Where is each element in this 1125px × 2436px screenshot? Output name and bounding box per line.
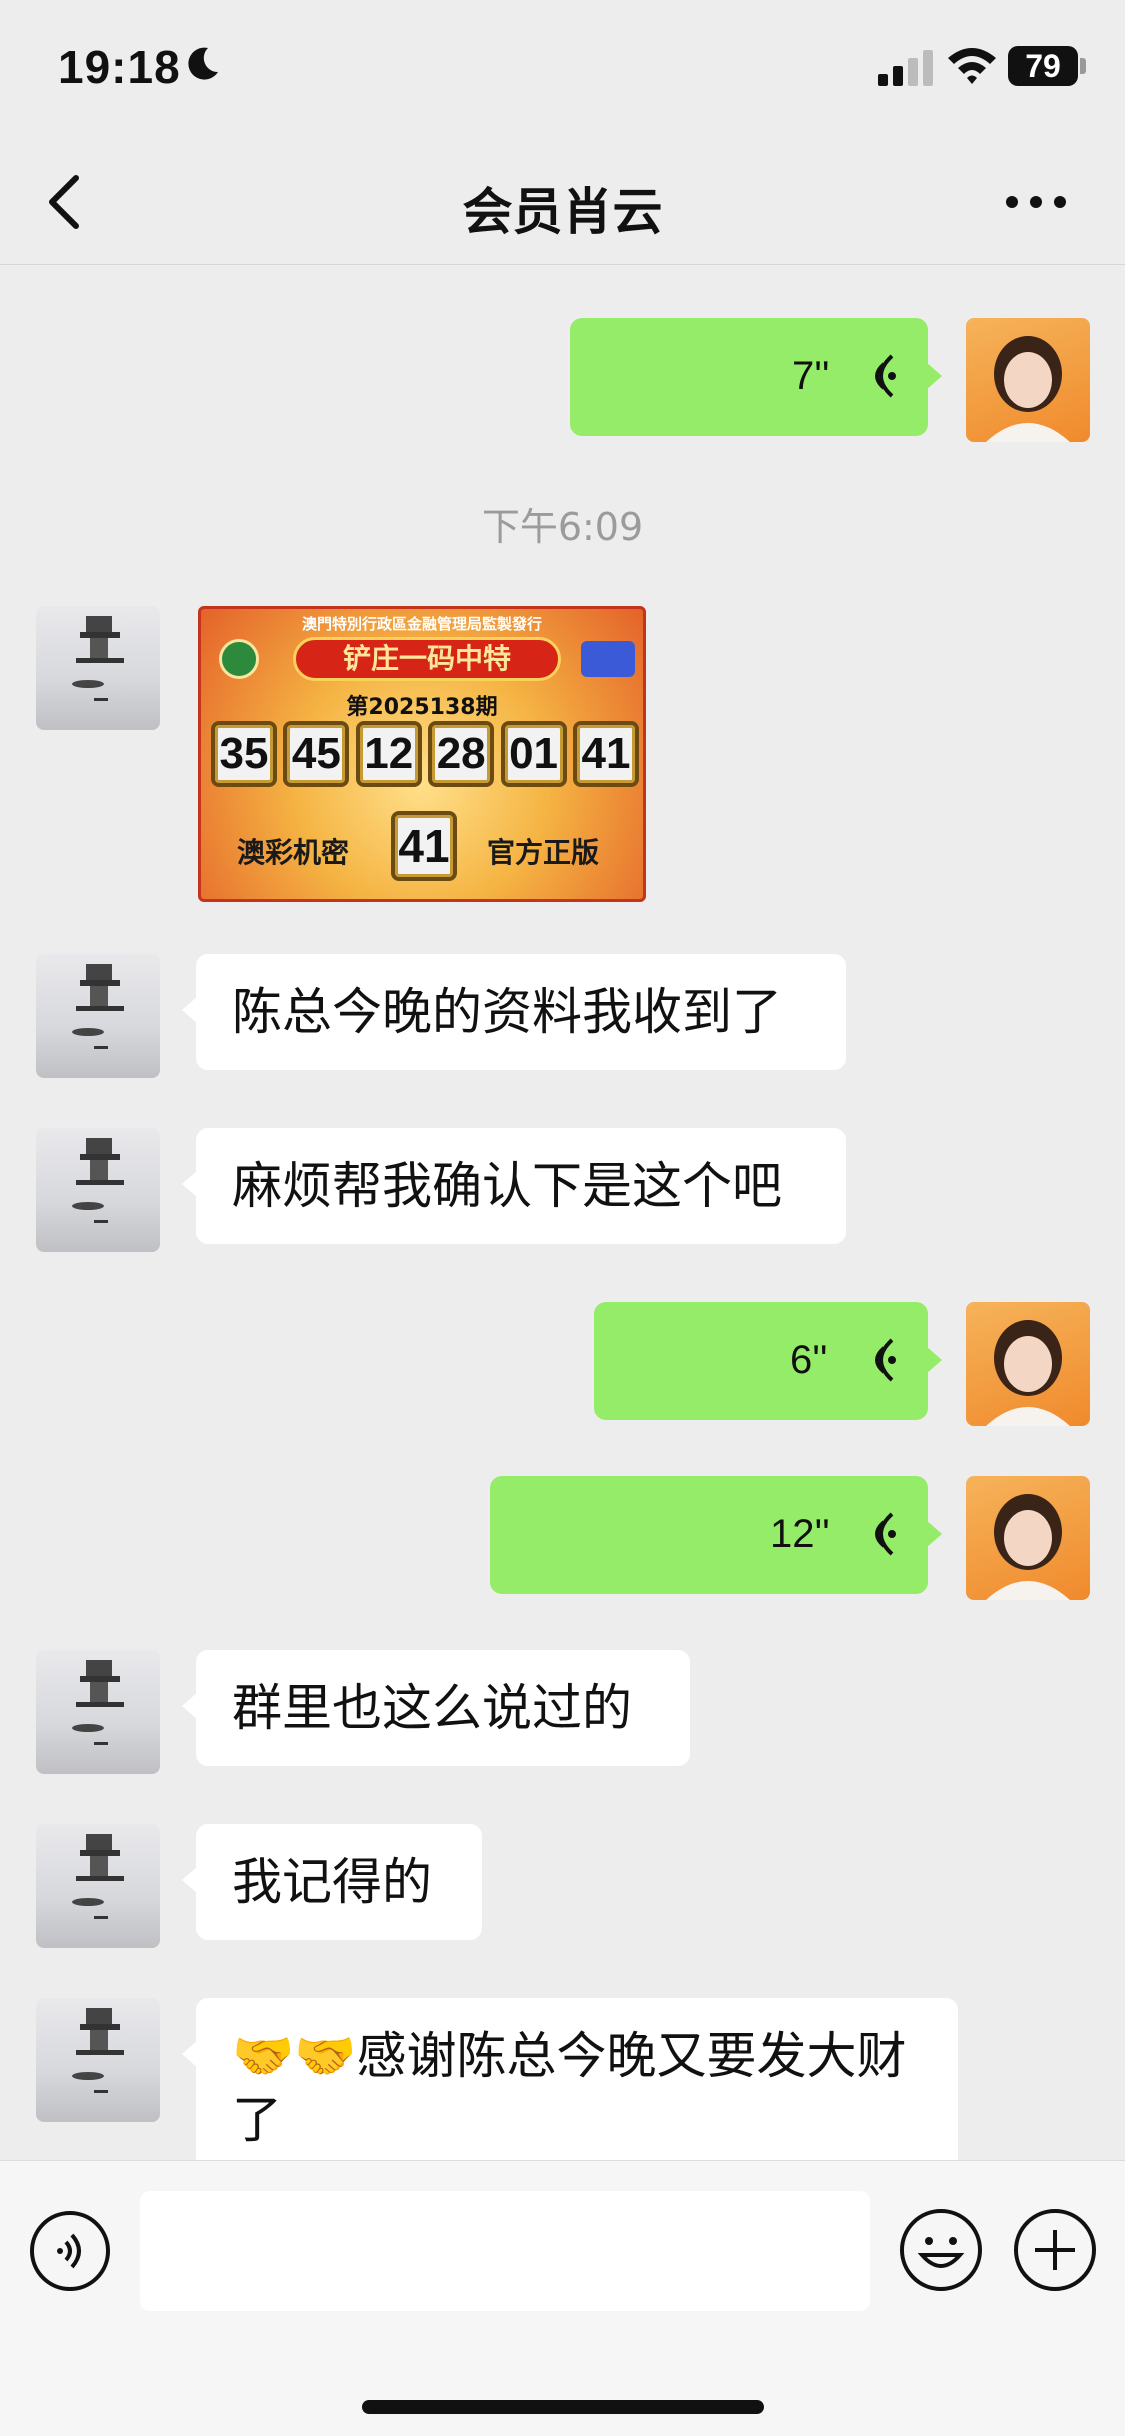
status-bar: 19:18 79 — [0, 0, 1125, 140]
lottery-issuer-text: 澳門特別行政區金融管理局監製發行 — [301, 615, 542, 633]
status-time: 19:18 — [58, 41, 181, 93]
voice-input-icon[interactable] — [28, 2209, 112, 2293]
pagoda-icon — [72, 1660, 124, 1745]
lottery-number: 45 — [283, 721, 350, 787]
plus-icon[interactable] — [1012, 2207, 1098, 2293]
wifi-icon — [948, 48, 996, 84]
voice-duration: 6'' — [790, 1338, 828, 1382]
contact-avatar[interactable] — [36, 1128, 160, 1252]
lottery-logo-icon — [581, 641, 635, 677]
lottery-left-slogan: 澳彩机密 — [237, 836, 350, 869]
voice-message-bubble[interactable]: 6'' — [594, 1302, 942, 1420]
more-options-icon[interactable] — [1004, 190, 1068, 214]
chat-header: 会员肖云 — [0, 140, 1125, 265]
contact-avatar[interactable] — [36, 1650, 160, 1774]
lottery-special-number: 41 — [391, 811, 457, 881]
pagoda-icon — [72, 1138, 124, 1223]
message-timestamp: 下午6:09 — [481, 505, 644, 549]
lottery-number: 01 — [500, 721, 567, 787]
contact-avatar[interactable] — [36, 1824, 160, 1948]
signal-icon — [878, 50, 933, 86]
contact-avatar[interactable] — [36, 606, 160, 730]
voice-wave-icon — [875, 1512, 896, 1556]
voice-duration: 12'' — [770, 1512, 830, 1556]
text-message-bubble[interactable]: 我记得的 — [182, 1824, 482, 1940]
pagoda-icon — [72, 2008, 124, 2093]
emoji-icon[interactable] — [898, 2207, 984, 2293]
chat-area[interactable]: 7'' 下午6:09 澳門特別行政區金融管理局監製發行 铲庄一码中特 第2025… — [0, 266, 1125, 2160]
person-icon — [986, 1494, 1070, 1600]
voice-wave-icon — [875, 1338, 896, 1382]
pagoda-icon — [72, 1834, 124, 1919]
message-input[interactable] — [140, 2191, 870, 2311]
lottery-numbers: 35 45 12 28 01 41 — [211, 721, 639, 787]
self-avatar[interactable] — [966, 318, 1090, 442]
voice-duration: 7'' — [792, 354, 830, 398]
voice-wave-icon — [875, 354, 896, 398]
lottery-number: 35 — [211, 721, 277, 787]
home-indicator[interactable] — [362, 2400, 764, 2414]
pagoda-icon — [72, 964, 124, 1049]
lottery-image-message[interactable]: 澳門特別行政區金融管理局監製發行 铲庄一码中特 第2025138期 35 45 … — [198, 606, 646, 902]
person-icon — [986, 1320, 1070, 1426]
lottery-right-slogan: 官方正版 — [487, 836, 600, 869]
lottery-issue-number: 第2025138期 — [346, 695, 498, 720]
lottery-number: 12 — [355, 721, 422, 787]
emblem-icon — [219, 639, 259, 679]
battery-indicator: 79 — [1008, 46, 1078, 86]
text-message-bubble[interactable]: 陈总今晚的资料我收到了 — [182, 954, 846, 1070]
pagoda-icon — [72, 616, 124, 701]
moon-icon — [188, 47, 218, 80]
person-icon — [986, 336, 1070, 442]
chat-title: 会员肖云 — [462, 183, 663, 241]
lottery-banner: 铲庄一码中特 — [293, 637, 561, 681]
battery-cap — [1080, 58, 1086, 74]
self-avatar[interactable] — [966, 1476, 1090, 1600]
text-message-bubble[interactable]: 麻烦帮我确认下是这个吧 — [182, 1128, 846, 1244]
self-avatar[interactable] — [966, 1302, 1090, 1426]
voice-message-bubble[interactable]: 12'' — [490, 1476, 942, 1594]
text-message-bubble[interactable]: 🤝🤝感谢陈总今晚又要发大财了 — [182, 1998, 958, 2160]
lottery-number: 28 — [428, 721, 495, 787]
input-bar — [0, 2160, 1125, 2436]
lottery-number: 41 — [572, 721, 639, 787]
contact-avatar[interactable] — [36, 1998, 160, 2122]
voice-message-bubble[interactable]: 7'' — [570, 318, 942, 436]
contact-avatar[interactable] — [36, 954, 160, 1078]
text-message-bubble[interactable]: 群里也这么说过的 — [182, 1650, 690, 1766]
